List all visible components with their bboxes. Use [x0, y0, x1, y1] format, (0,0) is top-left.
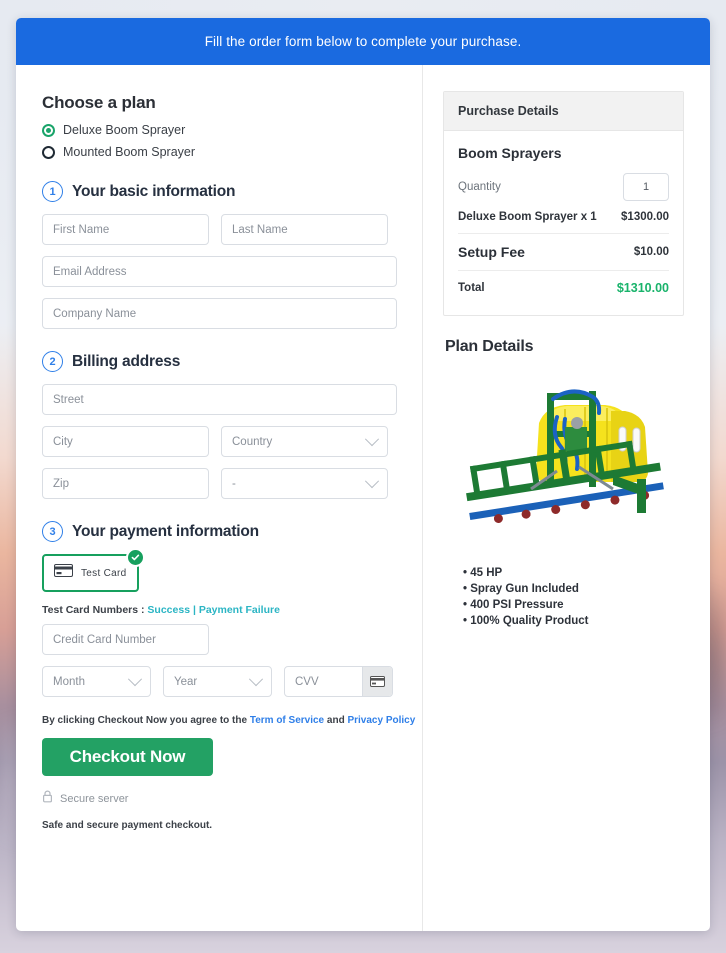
list-item: 400 PSI Pressure — [463, 599, 684, 611]
test-card-success-link[interactable]: Success — [147, 604, 190, 616]
quantity-label: Quantity — [458, 181, 501, 193]
feature-list: 45 HP Spray Gun Included 400 PSI Pressur… — [463, 567, 684, 627]
divider-line — [458, 233, 669, 234]
test-card-tab-label: Test Card — [81, 567, 127, 579]
step-2-heading: 2 Billing address — [42, 351, 422, 372]
secure-server-label: Secure server — [60, 793, 129, 805]
quantity-input[interactable]: 1 — [623, 173, 669, 201]
step-1-heading: 1 Your basic information — [42, 181, 422, 202]
year-select[interactable]: Year — [163, 666, 272, 697]
city-country-row: City Country — [42, 426, 422, 457]
test-card-tab[interactable]: Test Card — [42, 548, 145, 592]
step-number-badge: 2 — [42, 351, 63, 372]
test-card-failure-link[interactable]: Payment Failure — [199, 604, 280, 616]
line-item-amount: $1300.00 — [621, 211, 669, 223]
card-number-row: Credit Card Number — [42, 624, 422, 655]
cvv-card-icon[interactable] — [362, 667, 392, 696]
plan-option-deluxe[interactable]: Deluxe Boom Sprayer — [42, 123, 422, 137]
term-of-service-link[interactable]: Term of Service — [250, 715, 324, 726]
summary-column: Purchase Details Boom Sprayers Quantity … — [423, 65, 710, 931]
chevron-down-icon — [127, 671, 143, 686]
terms-text: By clicking Checkout Now you agree to th… — [42, 715, 422, 726]
total-amount: $1310.00 — [616, 281, 669, 295]
card-body: Choose a plan Deluxe Boom Sprayer Mounte… — [16, 65, 710, 931]
zip-state-row: Zip - — [42, 468, 422, 499]
radio-unselected-icon[interactable] — [42, 145, 55, 159]
line-item-label: Deluxe Boom Sprayer x 1 — [458, 211, 597, 223]
quantity-row: Quantity 1 — [458, 173, 669, 201]
plan-details-heading: Plan Details — [445, 338, 534, 355]
product-title: Boom Sprayers — [458, 145, 562, 161]
state-select[interactable]: - — [221, 468, 388, 499]
credit-card-icon — [54, 564, 73, 582]
radio-selected-icon[interactable] — [42, 123, 55, 137]
test-card-prefix: Test Card Numbers : — [42, 604, 148, 616]
credit-card-number-input[interactable]: Credit Card Number — [42, 624, 209, 655]
step-number-badge: 1 — [42, 181, 63, 202]
setup-fee-amount: $10.00 — [633, 246, 669, 258]
choose-plan-heading: Choose a plan — [42, 93, 156, 112]
check-circle-icon — [126, 548, 145, 567]
name-row: First Name Last Name — [42, 214, 422, 245]
expiry-cvv-row: Month Year CVV — [42, 666, 422, 697]
step-title: Your payment information — [72, 522, 259, 540]
order-form-column: Choose a plan Deluxe Boom Sprayer Mounte… — [16, 65, 422, 931]
safe-payment-note: Safe and secure payment checkout. — [42, 820, 213, 831]
total-row: Total $1310.00 — [458, 281, 669, 295]
list-item: 100% Quality Product — [463, 615, 684, 627]
company-row: Company Name — [42, 298, 422, 329]
last-name-input[interactable]: Last Name — [221, 214, 388, 245]
list-item: 45 HP — [463, 567, 684, 579]
purchase-details-panel: Purchase Details Boom Sprayers Quantity … — [443, 91, 684, 316]
lock-icon — [42, 790, 53, 808]
plan-option-label: Mounted Boom Sprayer — [63, 145, 196, 159]
checkout-card: Fill the order form below to complete yo… — [16, 18, 710, 931]
purchase-details-header: Purchase Details — [444, 92, 683, 131]
first-name-input[interactable]: First Name — [42, 214, 209, 245]
purchase-details-body: Boom Sprayers Quantity 1 Deluxe Boom Spr… — [444, 131, 683, 315]
email-row: Email Address — [42, 256, 422, 287]
month-select-value: Month — [53, 675, 85, 688]
country-select-value: Country — [232, 435, 273, 448]
setup-fee-row: Setup Fee $10.00 — [458, 244, 669, 260]
company-input[interactable]: Company Name — [42, 298, 397, 329]
banner: Fill the order form below to complete yo… — [16, 18, 710, 65]
total-label: Total — [458, 282, 485, 294]
step-3-heading: 3 Your payment information — [42, 521, 422, 542]
month-select[interactable]: Month — [42, 666, 151, 697]
list-item: Spray Gun Included — [463, 583, 684, 595]
chevron-down-icon — [364, 431, 380, 446]
checkout-now-button[interactable]: Checkout Now — [42, 738, 213, 776]
state-select-value: - — [232, 477, 236, 490]
terms-and: and — [324, 715, 348, 726]
product-image — [461, 366, 679, 551]
year-select-value: Year — [174, 675, 198, 688]
banner-text: Fill the order form below to complete yo… — [204, 34, 522, 49]
street-input[interactable]: Street — [42, 384, 397, 415]
country-select[interactable]: Country — [221, 426, 388, 457]
divider-line — [458, 270, 669, 271]
chevron-down-icon — [248, 671, 264, 686]
plan-option-mounted[interactable]: Mounted Boom Sprayer — [42, 145, 422, 159]
street-row: Street — [42, 384, 422, 415]
step-title: Your basic information — [72, 182, 236, 200]
setup-fee-label: Setup Fee — [458, 244, 525, 260]
step-number-badge: 3 — [42, 521, 63, 542]
test-card-separator: | — [190, 604, 199, 616]
terms-prefix: By clicking Checkout Now you agree to th… — [42, 715, 250, 726]
secure-server-row: Secure server — [42, 790, 422, 808]
privacy-policy-link[interactable]: Privacy Policy — [347, 715, 415, 726]
chevron-down-icon — [364, 473, 380, 488]
zip-input[interactable]: Zip — [42, 468, 209, 499]
cvv-input[interactable]: CVV — [284, 666, 393, 697]
email-input[interactable]: Email Address — [42, 256, 397, 287]
step-title: Billing address — [72, 352, 181, 370]
city-input[interactable]: City — [42, 426, 209, 457]
cvv-placeholder: CVV — [295, 675, 319, 688]
line-item-row: Deluxe Boom Sprayer x 1 $1300.00 — [458, 211, 669, 223]
plan-option-label: Deluxe Boom Sprayer — [63, 123, 186, 137]
test-card-numbers-line: Test Card Numbers : Success | Payment Fa… — [42, 604, 422, 616]
